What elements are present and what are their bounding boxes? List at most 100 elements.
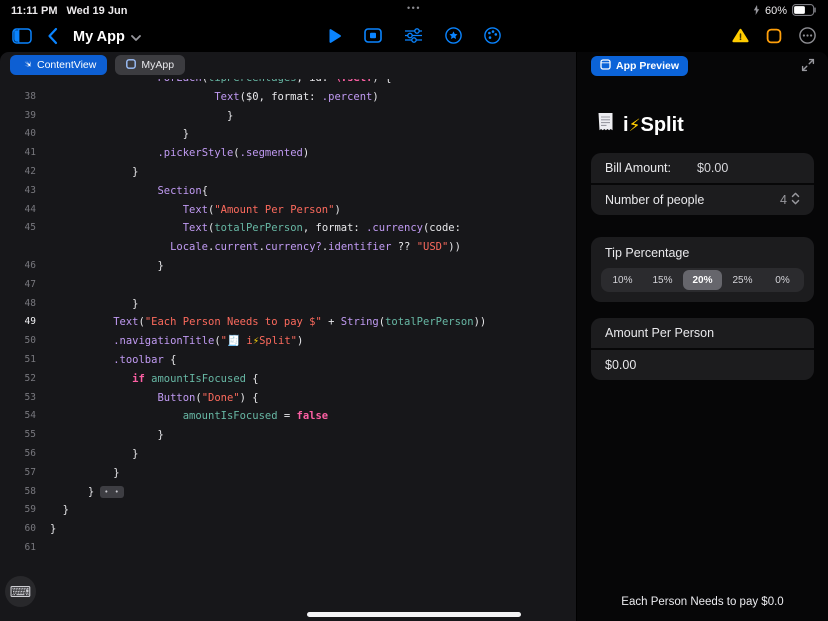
code-line[interactable]: 52if amountIsFocused { — [0, 370, 576, 389]
code-line[interactable]: 44Text("Amount Per Person") — [0, 201, 576, 220]
line-number: 48 — [0, 295, 50, 314]
code-line[interactable]: 38Text($0, format: .percent) — [0, 88, 576, 107]
preview-header: App Preview — [591, 55, 817, 77]
line-number: 54 — [0, 407, 50, 426]
code-line[interactable]: 48} — [0, 295, 576, 314]
code-line[interactable]: 46} — [0, 257, 576, 276]
code-line[interactable]: 39} — [0, 107, 576, 126]
amount-label-row: Amount Per Person — [591, 318, 814, 348]
status-time: 11:11 PM — [11, 5, 57, 17]
code-line[interactable]: 43Section{ — [0, 182, 576, 201]
bill-section-card: Bill Amount: $0.00 Number of people 4 — [591, 153, 814, 215]
back-button[interactable] — [47, 27, 58, 48]
extensions-button[interactable] — [445, 27, 462, 47]
line-number: 39 — [0, 107, 50, 126]
line-number: 47 — [0, 276, 50, 295]
status-date: Wed 19 Jun — [66, 5, 127, 17]
tab-myapp[interactable]: MyApp — [115, 55, 185, 75]
bill-amount-label: Bill Amount: — [605, 161, 671, 175]
run-button[interactable] — [327, 28, 342, 47]
project-menu[interactable]: My App — [73, 29, 141, 45]
home-indicator[interactable] — [307, 612, 521, 617]
appearance-button[interactable] — [484, 27, 501, 47]
tip-option[interactable]: 0% — [763, 270, 802, 290]
code-line[interactable]: 61 — [0, 539, 576, 558]
live-preview-button[interactable] — [364, 28, 382, 46]
tab-label: ContentView — [37, 59, 96, 71]
expand-icon — [801, 60, 815, 75]
people-picker-value[interactable]: 4 — [780, 192, 800, 208]
warning-icon — [732, 28, 749, 46]
code-line[interactable]: 40} — [0, 125, 576, 144]
code-line[interactable]: Locale.current.currency?.identifier ?? "… — [0, 238, 576, 257]
issues-button[interactable] — [732, 28, 749, 46]
code-line[interactable]: 41.pickerStyle(.segmented) — [0, 144, 576, 163]
multitask-handle[interactable]: ••• — [407, 3, 421, 13]
tab-contentview[interactable]: ContentView — [10, 55, 107, 75]
line-number — [0, 79, 50, 88]
line-number: 58 — [0, 483, 50, 502]
more-button[interactable] — [799, 27, 816, 47]
battery-icon — [792, 4, 817, 19]
toolbar-left: My App — [12, 27, 141, 48]
line-number: 50 — [0, 332, 50, 351]
chevron-down-icon — [131, 29, 141, 45]
code-line[interactable]: 57} — [0, 464, 576, 483]
toolbar: My App — [0, 22, 828, 52]
code-line[interactable]: 53Button("Done") { — [0, 389, 576, 408]
app-title-text: i⚡Split — [623, 114, 684, 137]
chevron-left-icon — [47, 27, 58, 48]
keyboard-dismiss-button[interactable]: ⌨ — [5, 576, 36, 607]
code-line[interactable]: ForEach(tipPercentages, id: \.self) { — [0, 79, 576, 88]
sidebar-toggle-button[interactable] — [12, 28, 32, 47]
people-picker-row[interactable]: Number of people 4 — [591, 185, 814, 215]
line-number: 43 — [0, 182, 50, 201]
bill-amount-field[interactable]: $0.00 — [697, 161, 728, 175]
app-preview-button[interactable]: App Preview — [591, 56, 688, 76]
receipt-icon — [597, 112, 614, 138]
code-line[interactable]: 54amountIsFocused = false — [0, 407, 576, 426]
code-line[interactable]: 50.navigationTitle("🧾 i⚡Split") — [0, 332, 576, 351]
app-preview-label: App Preview — [616, 60, 679, 72]
live-preview-icon — [364, 28, 382, 46]
line-number: 44 — [0, 201, 50, 220]
tip-option[interactable]: 25% — [723, 270, 762, 290]
code-line[interactable]: 49Text("Each Person Needs to pay $" + St… — [0, 313, 576, 332]
ellipsis-circle-icon — [799, 27, 816, 47]
expand-preview-button[interactable] — [799, 56, 817, 77]
code-editor-pane: ContentView MyApp ForEach(tipPercentages… — [0, 52, 577, 621]
status-right: 60% — [753, 4, 817, 19]
line-number: 56 — [0, 445, 50, 464]
amount-value-row: $0.00 — [591, 350, 814, 380]
tip-label: Tip Percentage — [591, 237, 814, 268]
line-number: 53 — [0, 389, 50, 408]
code-line[interactable]: 51.toolbar { — [0, 351, 576, 370]
project-title: My App — [73, 29, 125, 45]
line-number: 59 — [0, 501, 50, 520]
code-fold-badge[interactable]: • • — [100, 486, 124, 498]
line-number: 57 — [0, 464, 50, 483]
app-title: i⚡Split — [597, 112, 828, 138]
bill-amount-row[interactable]: Bill Amount: $0.00 — [591, 153, 814, 183]
code-line[interactable]: 47 — [0, 276, 576, 295]
code-line[interactable]: 59} — [0, 501, 576, 520]
code-line[interactable]: 56} — [0, 445, 576, 464]
tip-option[interactable]: 15% — [643, 270, 682, 290]
code-lines: ForEach(tipPercentages, id: \.self) {38T… — [0, 79, 576, 558]
amount-label: Amount Per Person — [605, 326, 714, 340]
tip-option[interactable]: 10% — [603, 270, 642, 290]
app-box-icon — [766, 28, 782, 47]
app-settings-button[interactable] — [766, 28, 782, 47]
tab-label: MyApp — [141, 59, 174, 71]
tip-option[interactable]: 20% — [683, 270, 722, 290]
code-line[interactable]: 60} — [0, 520, 576, 539]
code-editor[interactable]: ForEach(tipPercentages, id: \.self) {38T… — [0, 79, 576, 621]
code-line[interactable]: 55} — [0, 426, 576, 445]
code-line[interactable]: 42} — [0, 163, 576, 182]
line-number: 38 — [0, 88, 50, 107]
code-line[interactable]: 45Text(totalPerPerson, format: .currency… — [0, 219, 576, 238]
code-line[interactable]: 58}• • — [0, 483, 576, 502]
star-circle-icon — [445, 27, 462, 47]
charging-bolt-icon — [753, 5, 760, 18]
format-button[interactable] — [404, 28, 423, 46]
